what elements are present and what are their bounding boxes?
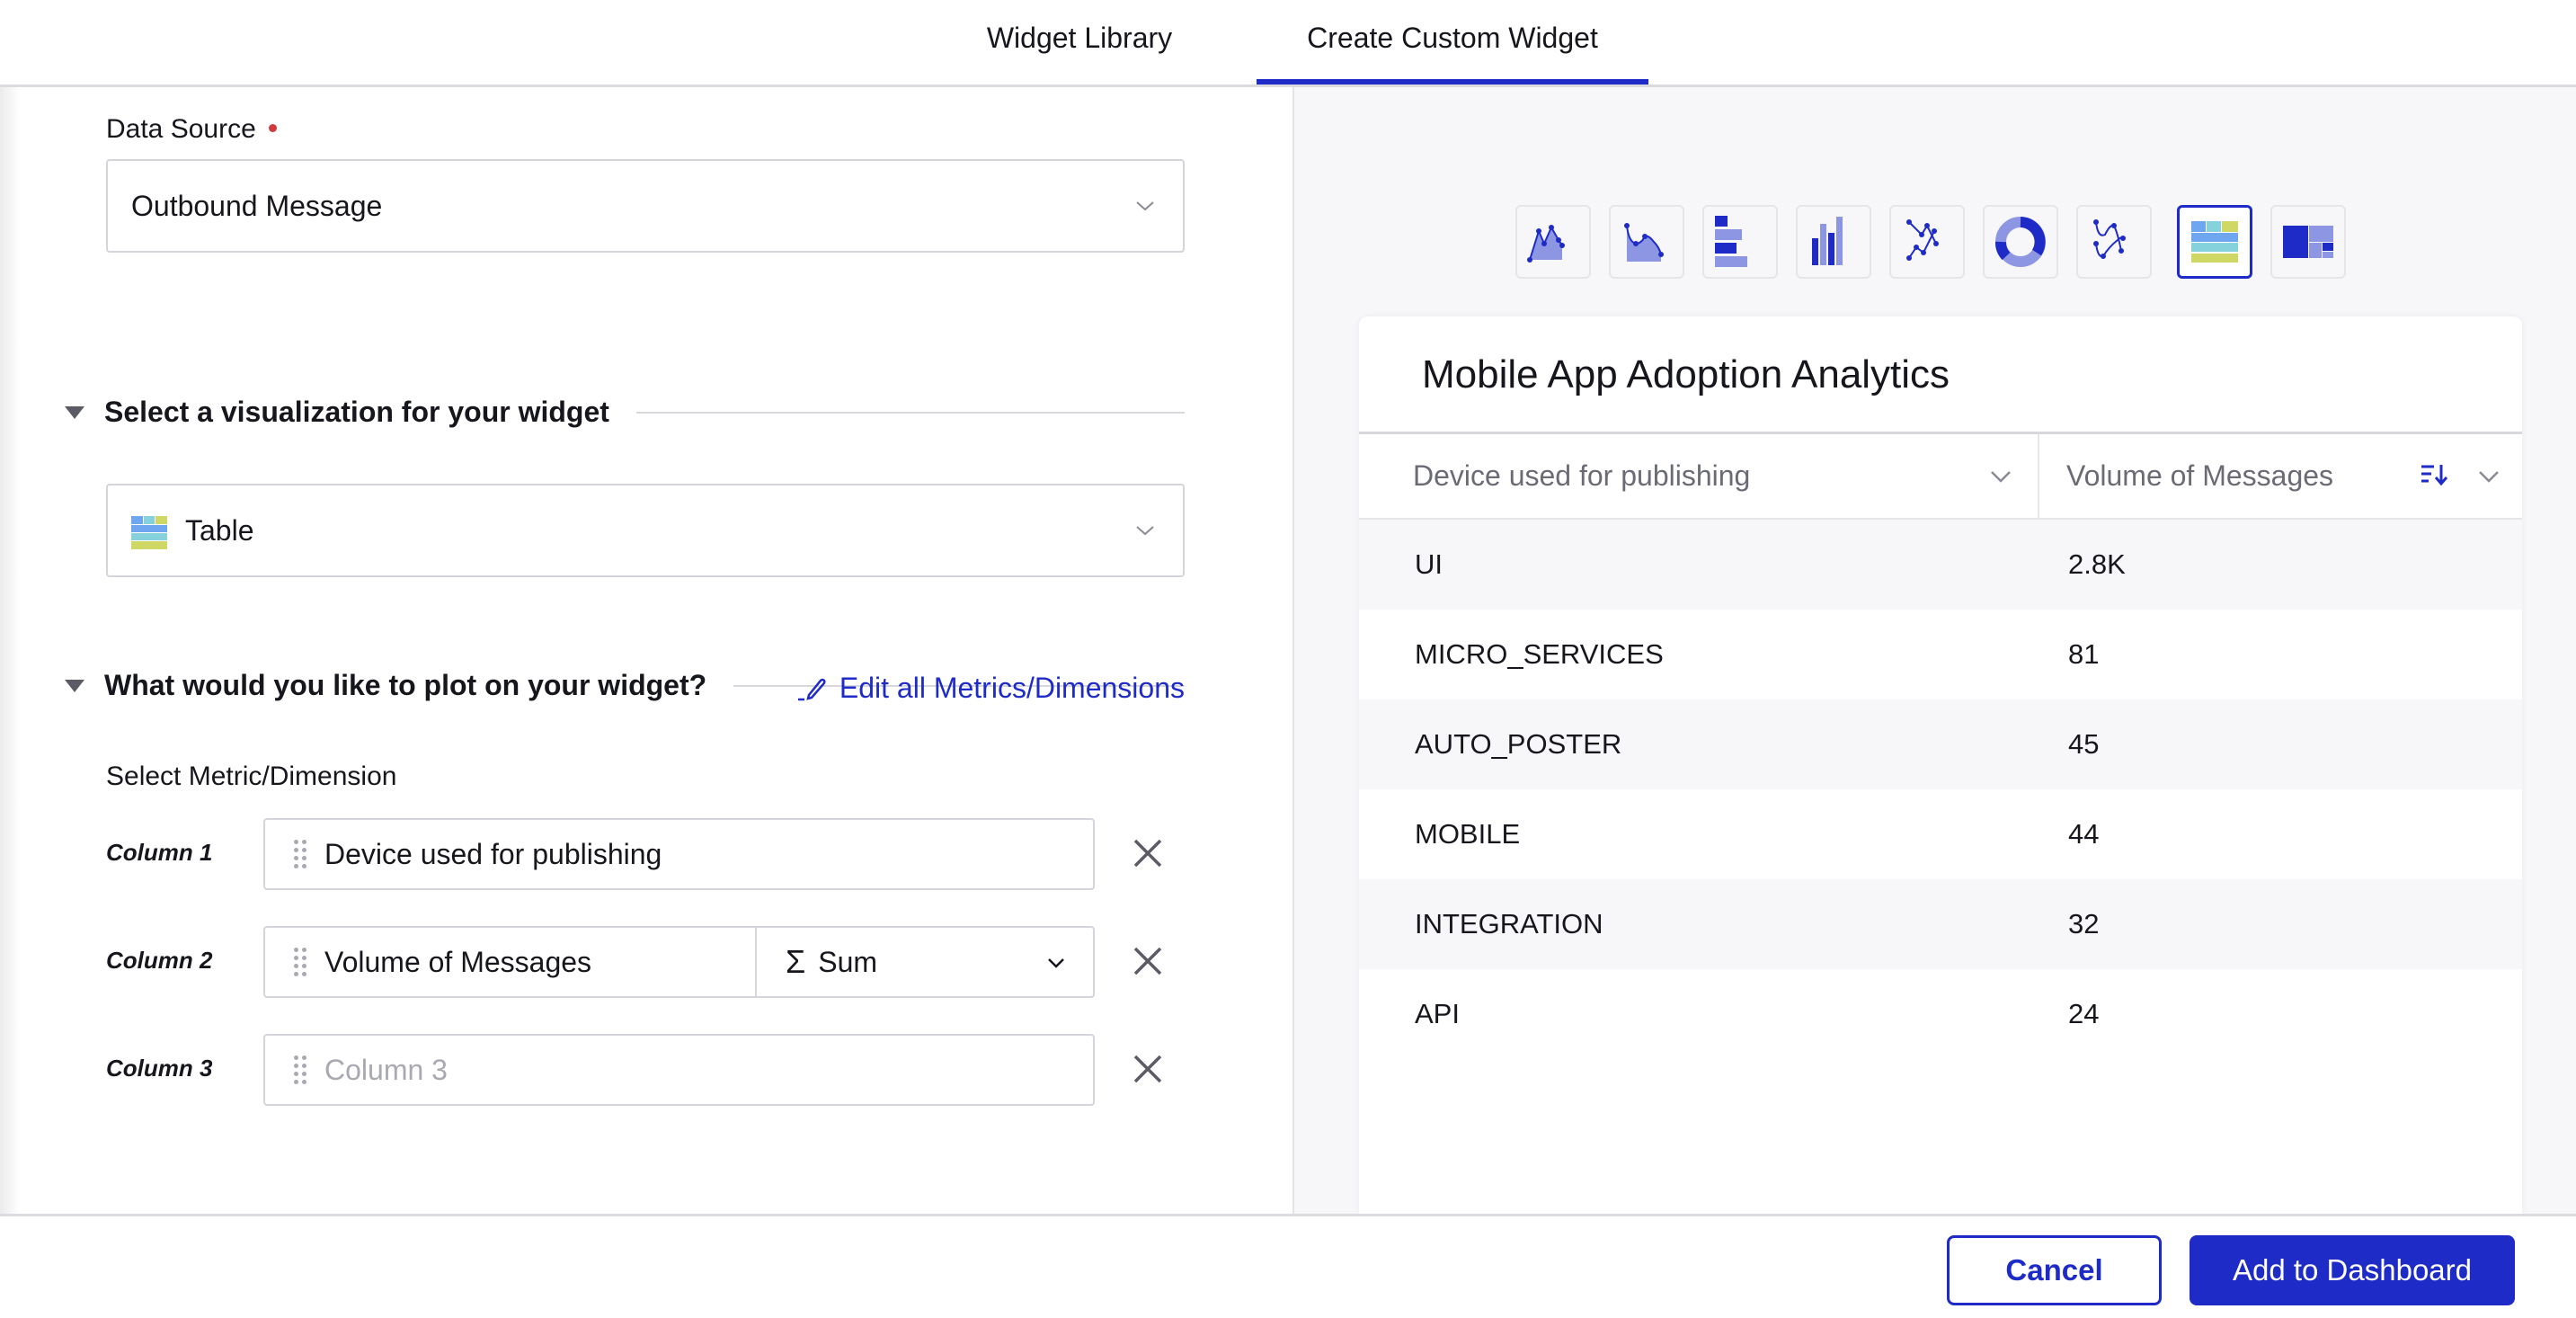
cell-device: UI bbox=[1415, 548, 1443, 580]
column-header-device[interactable]: Device used for publishing bbox=[1359, 434, 2039, 518]
viz-treemap-button[interactable] bbox=[2270, 205, 2346, 279]
sigma-icon: Σ bbox=[786, 943, 806, 980]
viz-spline-area-chart-button[interactable] bbox=[1609, 205, 1684, 279]
table-row: AUTO_POSTER 45 bbox=[1359, 699, 2522, 789]
visualization-section-header[interactable]: Select a visualization for your widget bbox=[65, 396, 1185, 429]
panel-shadow bbox=[0, 87, 20, 1214]
data-source-select[interactable]: Outbound Message bbox=[106, 159, 1185, 253]
preview-panel: Mobile App Adoption Analytics Device use… bbox=[1294, 87, 2576, 1214]
viz-spline-chart-button[interactable] bbox=[2076, 205, 2152, 279]
pencil-icon bbox=[797, 678, 826, 700]
horizontal-bar-chart-icon bbox=[1715, 216, 1747, 267]
cell-volume: 45 bbox=[2068, 728, 2100, 760]
cell-volume: 44 bbox=[2068, 818, 2100, 850]
remove-column-1-icon[interactable] bbox=[1130, 835, 1166, 871]
drag-handle-icon[interactable] bbox=[294, 836, 306, 872]
required-indicator bbox=[268, 123, 277, 132]
remove-column-2-icon[interactable] bbox=[1130, 943, 1166, 979]
column-header-text: Device used for publishing bbox=[1413, 459, 1751, 492]
edit-metrics-text: Edit all Metrics/Dimensions bbox=[839, 672, 1185, 704]
viz-horizontal-bar-button[interactable] bbox=[1702, 205, 1778, 279]
spline-area-chart-icon bbox=[1624, 223, 1664, 262]
viz-area-chart-button[interactable] bbox=[1515, 205, 1591, 279]
cancel-button[interactable]: Cancel bbox=[1947, 1235, 2162, 1305]
line-chart-icon bbox=[1906, 219, 1939, 261]
remove-column-3-icon[interactable] bbox=[1130, 1051, 1166, 1087]
column-1-field[interactable]: Device used for publishing bbox=[263, 818, 1095, 890]
visualization-heading: Select a visualization for your widget bbox=[104, 396, 609, 428]
visualization-select[interactable]: Table bbox=[106, 484, 1185, 577]
donut-chart-icon bbox=[1995, 217, 2046, 267]
chevron-down-icon bbox=[1136, 201, 1154, 211]
column-1-label: Column 1 bbox=[106, 839, 213, 866]
table-row: UI 2.8K bbox=[1359, 520, 2522, 610]
sort-descending-icon[interactable] bbox=[2420, 461, 2448, 490]
footer-bar: Cancel Add to Dashboard bbox=[0, 1214, 2576, 1318]
chevron-down-icon bbox=[1136, 526, 1154, 536]
chevron-down-icon[interactable] bbox=[2477, 468, 2500, 485]
select-metric-label: Select Metric/Dimension bbox=[106, 761, 397, 791]
data-source-label: Data Source bbox=[106, 114, 277, 145]
column-1-value: Device used for publishing bbox=[324, 837, 662, 870]
aggregation-select[interactable]: Σ Sum bbox=[757, 928, 1093, 996]
treemap-icon bbox=[2283, 226, 2333, 258]
spline-chart-icon bbox=[2093, 219, 2126, 259]
cell-device: MOBILE bbox=[1415, 818, 1521, 850]
viz-vertical-bar-button[interactable] bbox=[1796, 205, 1871, 279]
cell-volume: 24 bbox=[2068, 998, 2100, 1029]
tab-widget-library[interactable]: Widget Library bbox=[980, 0, 1179, 85]
column-3-label: Column 3 bbox=[106, 1055, 213, 1082]
add-to-dashboard-button[interactable]: Add to Dashboard bbox=[2190, 1235, 2515, 1305]
column-2-value: Volume of Messages bbox=[324, 945, 592, 978]
column-3-field[interactable]: Column 3 bbox=[263, 1034, 1095, 1106]
column-2-field[interactable]: Volume of Messages Σ Sum bbox=[263, 926, 1095, 998]
aggregation-value: Sum bbox=[818, 945, 878, 978]
table-row: MOBILE 44 bbox=[1359, 789, 2522, 879]
column-header-text: Volume of Messages bbox=[2066, 459, 2334, 492]
drag-handle-icon[interactable] bbox=[294, 1052, 306, 1088]
cell-device: INTEGRATION bbox=[1415, 908, 1603, 940]
widget-config-panel: Data Source Outbound Message Select a vi… bbox=[0, 87, 1292, 1214]
tab-create-custom-widget[interactable]: Create Custom Widget bbox=[1257, 0, 1648, 85]
table-header: Device used for publishing Volume of Mes… bbox=[1359, 432, 2522, 520]
plot-heading: What would you like to plot on your widg… bbox=[104, 669, 707, 701]
chevron-down-icon[interactable] bbox=[1989, 468, 2012, 485]
viz-line-chart-button[interactable] bbox=[1889, 205, 1965, 279]
drag-handle-icon[interactable] bbox=[294, 944, 306, 980]
area-chart-icon bbox=[1527, 225, 1565, 263]
table-row: API 24 bbox=[1359, 969, 2522, 1059]
viz-table-button[interactable] bbox=[2177, 205, 2252, 279]
viz-donut-chart-button[interactable] bbox=[1983, 205, 2058, 279]
widget-title: Mobile App Adoption Analytics bbox=[1422, 352, 1950, 396]
cell-volume: 81 bbox=[2068, 638, 2100, 670]
cell-volume: 32 bbox=[2068, 908, 2100, 940]
cell-volume: 2.8K bbox=[2068, 548, 2126, 580]
cell-device: API bbox=[1415, 998, 1460, 1029]
data-source-label-text: Data Source bbox=[106, 114, 256, 144]
edit-metrics-link[interactable]: Edit all Metrics/Dimensions bbox=[796, 672, 1185, 705]
cell-device: MICRO_SERVICES bbox=[1415, 638, 1664, 670]
table-row: MICRO_SERVICES 81 bbox=[1359, 610, 2522, 699]
chevron-down-icon bbox=[1048, 958, 1064, 968]
column-header-volume[interactable]: Volume of Messages bbox=[2039, 434, 2522, 518]
data-source-value: Outbound Message bbox=[131, 189, 383, 222]
table-chart-icon bbox=[2191, 221, 2238, 263]
visualization-value: Table bbox=[185, 513, 254, 547]
section-divider bbox=[635, 411, 1185, 414]
tab-bar: Widget Library Create Custom Widget bbox=[0, 0, 2576, 87]
table-chart-icon bbox=[131, 516, 167, 549]
column-2-label: Column 2 bbox=[106, 947, 213, 974]
column-3-placeholder: Column 3 bbox=[324, 1053, 448, 1086]
collapse-triangle-icon[interactable] bbox=[65, 679, 84, 692]
collapse-triangle-icon[interactable] bbox=[65, 405, 84, 419]
vertical-bar-chart-icon bbox=[1812, 217, 1843, 265]
cell-device: AUTO_POSTER bbox=[1415, 728, 1622, 760]
widget-preview-card: Mobile App Adoption Analytics Device use… bbox=[1359, 316, 2522, 1214]
table-row: INTEGRATION 32 bbox=[1359, 879, 2522, 969]
